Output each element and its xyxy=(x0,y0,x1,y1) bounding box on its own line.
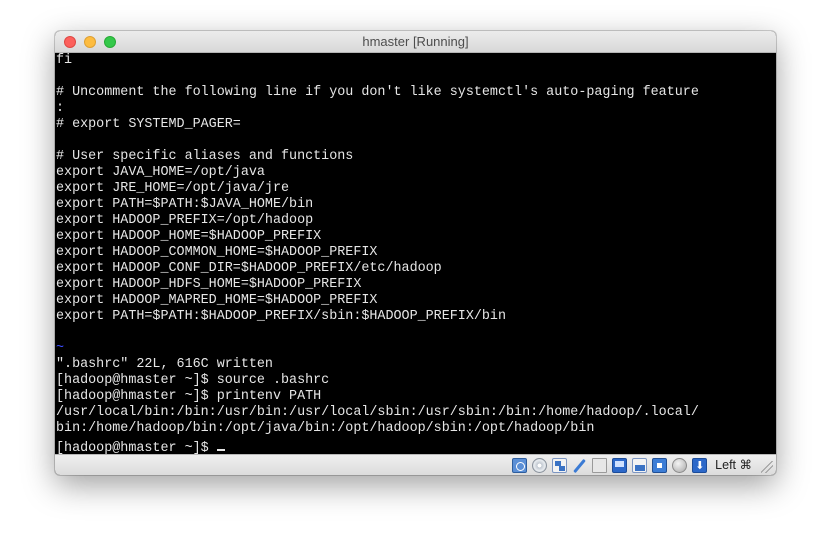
shell-prompt: [hadoop@hmaster ~]$ xyxy=(56,441,217,454)
window-title: hmaster [Running] xyxy=(362,34,469,49)
terminal-line: /usr/local/bin:/bin:/usr/bin:/usr/local/… xyxy=(56,405,699,420)
terminal-line: [hadoop@hmaster ~]$ source .bashrc xyxy=(56,373,330,388)
terminal-line: ".bashrc" 22L, 616C written xyxy=(56,357,273,372)
terminal-line: : xyxy=(56,101,65,116)
title-bar[interactable]: hmaster [Running] xyxy=(55,31,776,53)
text-cursor xyxy=(216,437,225,451)
terminal-line: # Uncomment the following line if you do… xyxy=(56,85,699,100)
hard-disk-icon[interactable] xyxy=(512,457,528,473)
status-icons: ⬇ Left ⌘ xyxy=(512,457,752,473)
terminal-line: export HADOOP_MAPRED_HOME=$HADOOP_PREFIX xyxy=(56,293,378,308)
network-icon[interactable] xyxy=(552,457,568,473)
terminal-line: export HADOOP_HOME=$HADOOP_PREFIX xyxy=(56,229,322,244)
terminal-line: [hadoop@hmaster ~]$ printenv PATH xyxy=(56,389,322,404)
cpu-icon[interactable] xyxy=(652,457,668,473)
terminal-line: bin:/home/hadoop/bin:/opt/java/bin:/opt/… xyxy=(56,421,595,436)
status-bar: ⬇ Left ⌘ xyxy=(55,454,776,475)
terminal-line: export PATH=$PATH:$HADOOP_PREFIX/sbin:$H… xyxy=(56,309,506,324)
terminal-prompt-line: [hadoop@hmaster ~]$ xyxy=(55,437,776,454)
host-key-label: Left ⌘ xyxy=(715,458,752,472)
optical-drive-icon[interactable] xyxy=(532,457,548,473)
network-adapter-icon[interactable] xyxy=(632,457,648,473)
mouse-integration-icon[interactable] xyxy=(672,457,688,473)
terminal-line: export HADOOP_CONF_DIR=$HADOOP_PREFIX/et… xyxy=(56,261,442,276)
shared-folders-icon[interactable] xyxy=(592,457,608,473)
resize-grip-icon[interactable] xyxy=(761,461,773,473)
terminal-screen[interactable]: fi # Uncomment the following line if you… xyxy=(55,53,776,454)
terminal-line: # export SYSTEMD_PAGER= xyxy=(56,117,241,132)
keyboard-capture-icon[interactable]: ⬇ xyxy=(692,457,708,473)
display-icon[interactable] xyxy=(612,457,628,473)
terminal-line: # User specific aliases and functions xyxy=(56,149,354,164)
terminal-line: export HADOOP_PREFIX=/opt/hadoop xyxy=(56,213,314,228)
usb-icon[interactable] xyxy=(572,458,587,473)
terminal-line: export HADOOP_HDFS_HOME=$HADOOP_PREFIX xyxy=(56,277,362,292)
terminal-line: export PATH=$PATH:$JAVA_HOME/bin xyxy=(56,197,314,212)
terminal-line: fi xyxy=(56,53,73,68)
virtualbox-window: hmaster [Running] fi # Uncomment the fol… xyxy=(55,31,776,475)
terminal-line: export JAVA_HOME=/opt/java xyxy=(56,165,265,180)
terminal-line: export HADOOP_COMMON_HOME=$HADOOP_PREFIX xyxy=(56,245,378,260)
vim-empty-line-marker: ~ xyxy=(56,341,65,356)
terminal-line: export JRE_HOME=/opt/java/jre xyxy=(56,181,290,196)
